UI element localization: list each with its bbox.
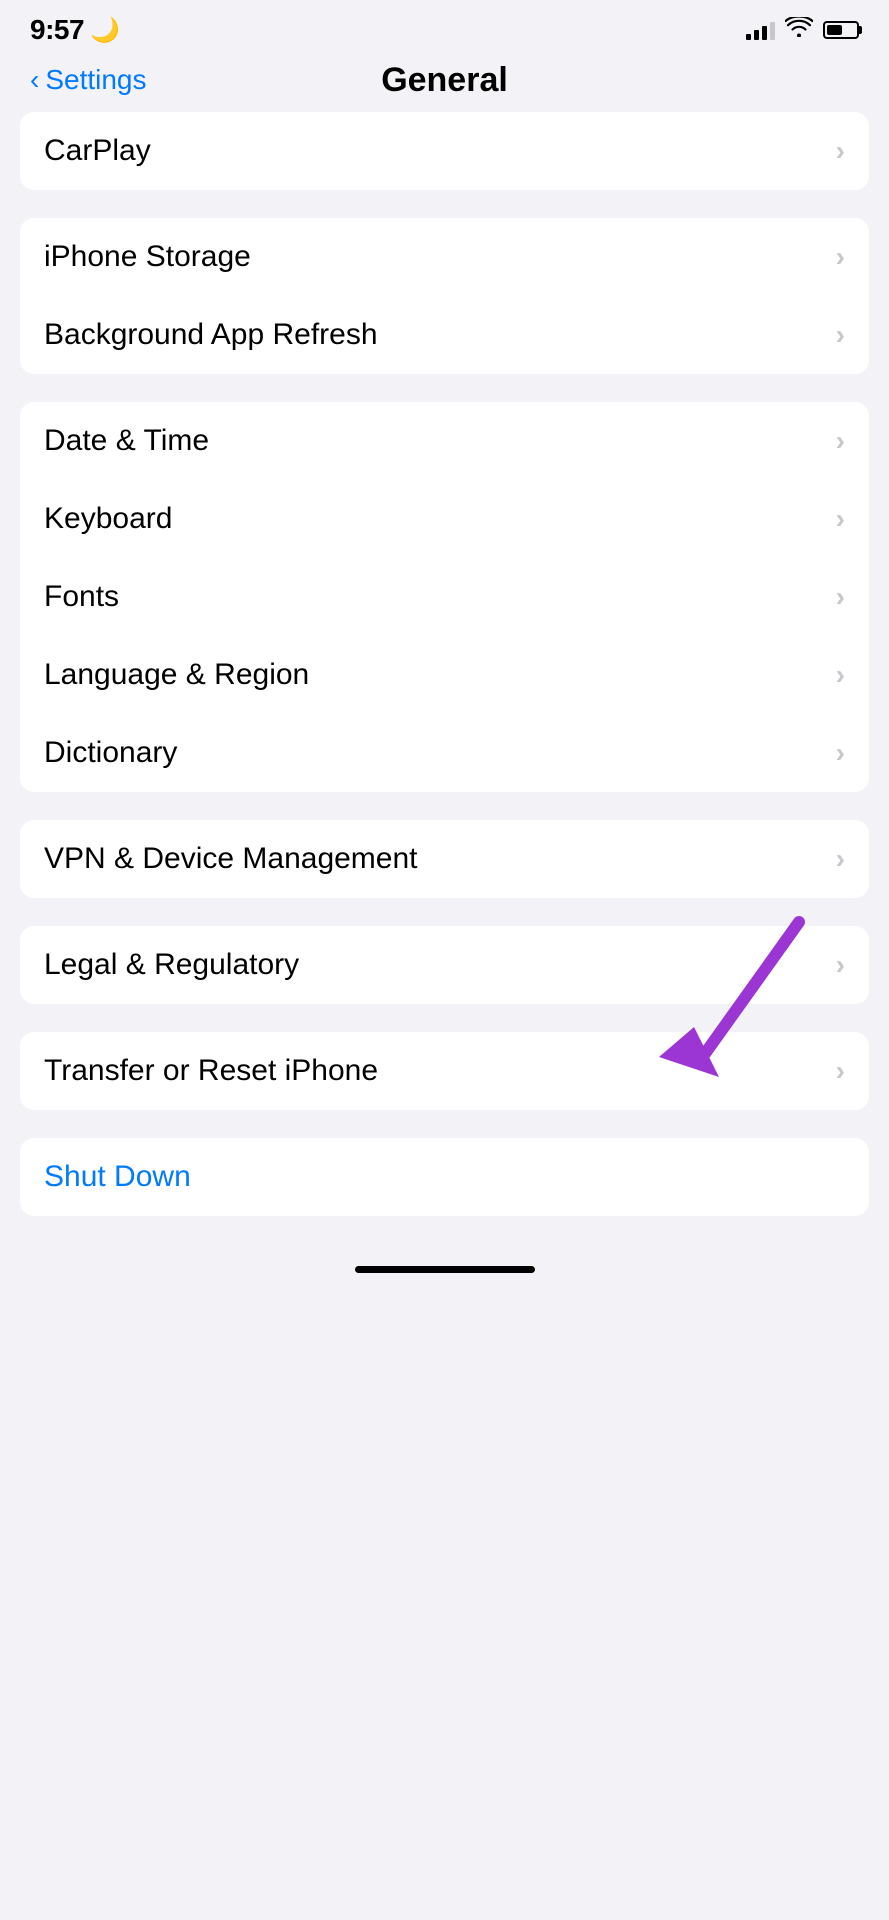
battery-icon <box>823 21 859 39</box>
vpn-device-management-label: VPN & Device Management <box>44 842 418 876</box>
fonts-chevron-icon: › <box>836 581 845 613</box>
storage-section: iPhone Storage › Background App Refresh … <box>20 218 869 374</box>
date-time-chevron-icon: › <box>836 425 845 457</box>
back-chevron-icon: ‹ <box>30 64 39 96</box>
status-time-area: 9:57 🌙 <box>30 14 120 46</box>
fonts-item[interactable]: Fonts › <box>20 558 869 636</box>
page-title: General <box>381 61 508 100</box>
date-time-item[interactable]: Date & Time › <box>20 402 869 480</box>
iphone-storage-label: iPhone Storage <box>44 240 251 274</box>
nav-bar: ‹ Settings General <box>0 54 889 112</box>
status-icons <box>746 17 859 43</box>
vpn-section: VPN & Device Management › <box>20 820 869 898</box>
date-time-label: Date & Time <box>44 424 209 458</box>
language-region-item[interactable]: Language & Region › <box>20 636 869 714</box>
carplay-chevron-icon: › <box>836 135 845 167</box>
shut-down-item[interactable]: Shut Down <box>20 1138 869 1216</box>
status-bar: 9:57 🌙 <box>0 0 889 54</box>
wifi-icon <box>785 17 813 43</box>
legal-regulatory-label: Legal & Regulatory <box>44 948 299 982</box>
iphone-storage-chevron-icon: › <box>836 241 845 273</box>
background-app-refresh-chevron-icon: › <box>836 319 845 351</box>
vpn-device-management-chevron-icon: › <box>836 843 845 875</box>
shutdown-section-wrapper: Shut Down <box>20 1138 869 1216</box>
fonts-label: Fonts <box>44 580 119 614</box>
back-label[interactable]: Settings <box>45 64 146 96</box>
home-bar <box>355 1266 535 1273</box>
transfer-reset-label: Transfer or Reset iPhone <box>44 1054 378 1088</box>
dictionary-label: Dictionary <box>44 736 177 770</box>
language-region-chevron-icon: › <box>836 659 845 691</box>
background-app-refresh-label: Background App Refresh <box>44 318 378 352</box>
legal-regulatory-item[interactable]: Legal & Regulatory › <box>20 926 869 1004</box>
keyboard-chevron-icon: › <box>836 503 845 535</box>
keyboard-label: Keyboard <box>44 502 172 536</box>
shut-down-label: Shut Down <box>44 1160 191 1194</box>
carplay-section: CarPlay › <box>20 112 869 190</box>
language-section: Date & Time › Keyboard › Fonts › Languag… <box>20 402 869 792</box>
status-time: 9:57 <box>30 14 84 46</box>
language-region-label: Language & Region <box>44 658 309 692</box>
legal-section: Legal & Regulatory › <box>20 926 869 1004</box>
dictionary-item[interactable]: Dictionary › <box>20 714 869 792</box>
iphone-storage-item[interactable]: iPhone Storage › <box>20 218 869 296</box>
transfer-reset-chevron-icon: › <box>836 1055 845 1087</box>
home-indicator <box>0 1246 889 1283</box>
reset-section: Transfer or Reset iPhone › <box>20 1032 869 1110</box>
reset-shutdown-wrapper: Transfer or Reset iPhone › Shut Down <box>20 1032 869 1216</box>
transfer-reset-item[interactable]: Transfer or Reset iPhone › <box>20 1032 869 1110</box>
background-app-refresh-item[interactable]: Background App Refresh › <box>20 296 869 374</box>
vpn-device-management-item[interactable]: VPN & Device Management › <box>20 820 869 898</box>
keyboard-item[interactable]: Keyboard › <box>20 480 869 558</box>
legal-regulatory-chevron-icon: › <box>836 949 845 981</box>
carplay-item[interactable]: CarPlay › <box>20 112 869 190</box>
dictionary-chevron-icon: › <box>836 737 845 769</box>
settings-list: CarPlay › iPhone Storage › Background Ap… <box>0 112 889 1216</box>
back-button[interactable]: ‹ Settings <box>30 64 147 96</box>
signal-icon <box>746 20 775 40</box>
shutdown-section: Shut Down <box>20 1138 869 1216</box>
moon-icon: 🌙 <box>90 16 120 45</box>
carplay-label: CarPlay <box>44 134 151 168</box>
